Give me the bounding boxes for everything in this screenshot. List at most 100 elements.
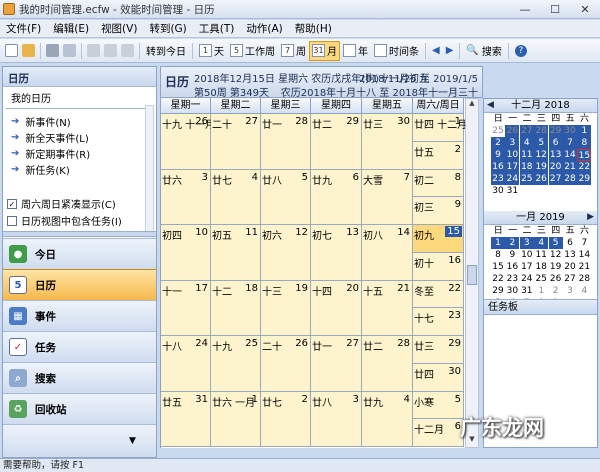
day-cell[interactable]: 廿三 30 — [362, 114, 413, 170]
nav-tasks[interactable]: ✓ 任务 — [3, 331, 156, 362]
mini-day[interactable]: 25 — [534, 273, 548, 285]
open-icon[interactable] — [22, 44, 35, 57]
weekend-cell[interactable]: 小寒 5 — [413, 391, 464, 420]
day-cell[interactable]: 廿二 29 — [311, 114, 362, 170]
copy-icon[interactable] — [104, 44, 117, 57]
mini-day[interactable]: 1 — [577, 125, 592, 137]
day-cell[interactable]: 十四 20 — [311, 280, 362, 336]
nav-more[interactable]: ▼ — [3, 424, 156, 457]
mini-day[interactable]: 31 — [520, 285, 534, 297]
mini-day[interactable]: 28 — [534, 125, 549, 137]
splitter[interactable] — [3, 231, 156, 237]
mini-day[interactable]: 4 — [534, 237, 549, 249]
weekend-cell[interactable]: 十二月 6 — [413, 419, 464, 447]
maximize-button[interactable]: ☐ — [540, 0, 570, 19]
compact-weekend-checkbox[interactable]: ✓ 周六周日紧凑显示(C) — [3, 195, 156, 212]
mini-day[interactable]: 30 — [505, 285, 519, 297]
mini-day[interactable]: 30 — [563, 125, 577, 137]
menu-edit[interactable]: 编辑(E) — [47, 21, 95, 36]
day-cell[interactable]: 廿九 4 — [362, 391, 413, 447]
mini-day[interactable]: 26 — [505, 125, 520, 137]
mini-day[interactable]: 23 — [505, 273, 519, 285]
weekend-cell[interactable]: 初九 15 — [413, 225, 464, 253]
mini-day[interactable]: 6 — [548, 137, 563, 149]
mini-day[interactable]: 20 — [563, 261, 577, 273]
day-cell[interactable]: 廿九 6 — [311, 169, 362, 225]
mini-day[interactable]: 12 — [549, 249, 563, 261]
close-button[interactable]: ✕ — [570, 0, 600, 19]
scroll-up-icon[interactable]: ▲ — [466, 99, 478, 111]
weekend-cell[interactable]: 廿四 30 — [413, 363, 464, 392]
mini-day[interactable]: 15 — [577, 149, 592, 161]
mini-day[interactable]: 7 — [577, 237, 591, 249]
new-task-link[interactable]: ➔ 新任务(K) — [3, 161, 156, 177]
nav-recycle-bin[interactable]: ♻ 回收站 — [3, 393, 156, 424]
mini-day[interactable]: 30 — [491, 185, 505, 197]
day-cell[interactable]: 二十 27 — [211, 114, 261, 170]
mini-day[interactable]: 24 — [520, 273, 534, 285]
new-allday-event-link[interactable]: ➔ 新全天事件(L) — [3, 129, 156, 145]
mini-day[interactable]: 27 — [548, 173, 563, 185]
menu-help[interactable]: 帮助(H) — [289, 21, 338, 36]
mini-day[interactable]: 9 — [505, 249, 519, 261]
help-button[interactable]: ? — [512, 41, 530, 61]
mini-day[interactable]: 13 — [548, 149, 563, 161]
day-cell[interactable]: 廿八 3 — [311, 391, 362, 447]
mini-day[interactable]: 3 — [563, 285, 577, 297]
mini-day[interactable]: 6 — [563, 237, 577, 249]
day-cell[interactable]: 廿五 31 — [161, 391, 211, 447]
mini-day[interactable]: 5 — [548, 237, 563, 249]
day-cell[interactable]: 初四 10 — [161, 225, 211, 281]
menu-tools[interactable]: 工具(T) — [193, 21, 241, 36]
print-icon[interactable] — [46, 44, 59, 57]
mini-day[interactable]: 3 — [519, 237, 534, 249]
weekend-cell[interactable]: 初十 16 — [413, 252, 464, 281]
mini-day[interactable]: 23 — [491, 173, 505, 185]
scroll-thumb[interactable] — [467, 265, 477, 285]
minimize-button[interactable]: — — [510, 0, 540, 19]
mini-day[interactable]: 21 — [577, 261, 591, 273]
preview-icon[interactable] — [63, 44, 76, 57]
day-view-button[interactable]: 1天 — [196, 41, 227, 61]
mini-day[interactable]: 2 — [549, 285, 563, 297]
mini-day[interactable]: 16 — [491, 161, 505, 173]
mini-day[interactable]: 3 — [505, 137, 520, 149]
day-cell[interactable]: 廿一 28 — [261, 114, 311, 170]
mini-day[interactable]: 10 — [505, 149, 520, 161]
include-tasks-checkbox[interactable]: 日历视图中包含任务(I) — [3, 212, 156, 229]
weekend-cell[interactable]: 初三 9 — [413, 197, 464, 225]
mini-day[interactable]: 4 — [577, 285, 591, 297]
day-cell[interactable]: 初八 14 — [362, 225, 413, 281]
day-cell[interactable]: 廿八 5 — [261, 169, 311, 225]
mini-day[interactable]: 12 — [534, 149, 549, 161]
day-cell[interactable]: 廿二 28 — [362, 336, 413, 392]
goto-today-button[interactable]: 转到今日 — [143, 41, 189, 61]
mini-day[interactable]: 11 — [519, 149, 534, 161]
prev-button[interactable]: ◀ — [429, 41, 443, 61]
day-cell[interactable]: 初五 11 — [211, 225, 261, 281]
prev-month-icon[interactable]: ◀ — [487, 99, 494, 112]
nav-search[interactable]: ⌕ 搜索 — [3, 362, 156, 393]
weekend-cell[interactable]: 廿三 29 — [413, 336, 464, 364]
mini-day[interactable]: 7 — [563, 137, 577, 149]
mini-day[interactable]: 1 — [534, 285, 548, 297]
weekend-cell[interactable]: 廿五 2 — [413, 141, 464, 170]
day-cell[interactable]: 十九 25 — [211, 336, 261, 392]
mini-day[interactable]: 9 — [491, 149, 505, 161]
mini-day[interactable]: 18 — [534, 261, 548, 273]
week-view-button[interactable]: 7周 — [278, 41, 309, 61]
mini-day[interactable]: 19 — [549, 261, 563, 273]
day-cell[interactable]: 十五 21 — [362, 280, 413, 336]
search-button[interactable]: 🔍 搜索 — [463, 41, 504, 61]
mini-day[interactable]: 17 — [505, 161, 520, 173]
mini-day[interactable]: 26 — [549, 273, 563, 285]
nav-today[interactable]: ● 今日 — [3, 238, 156, 269]
mini-day[interactable]: 24 — [505, 173, 520, 185]
mini-day[interactable]: 27 — [519, 125, 534, 137]
calendar-scrollbar[interactable]: ▲ ▼ — [465, 98, 479, 448]
month-view-button[interactable]: 31 月 — [309, 40, 340, 61]
mini-day[interactable]: 17 — [520, 261, 534, 273]
new-recurring-event-link[interactable]: ➔ 新定期事件(R) — [3, 145, 156, 161]
day-cell[interactable]: 廿六 3 — [161, 169, 211, 225]
mini-day[interactable]: 29 — [548, 125, 563, 137]
